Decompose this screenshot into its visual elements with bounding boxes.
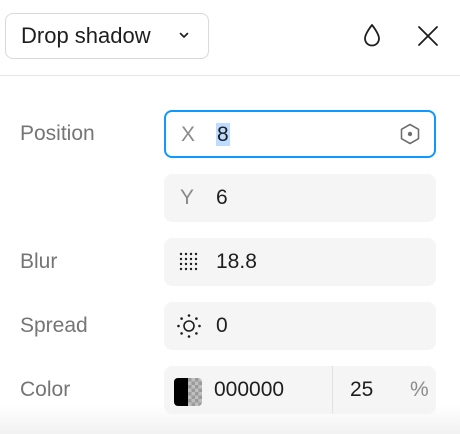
color-hex-value[interactable]: 000000	[214, 377, 284, 403]
y-value[interactable]: 6	[216, 185, 228, 211]
variable-hexagon-icon[interactable]	[398, 122, 422, 146]
spread-icon[interactable]	[176, 313, 202, 339]
blur-value[interactable]: 18.8	[216, 249, 257, 275]
effect-type-label: Drop shadow	[21, 23, 151, 48]
spread-field[interactable]: 0	[164, 302, 436, 350]
spread-value[interactable]: 0	[216, 313, 228, 339]
effect-type-dropdown[interactable]: Drop shadow	[5, 13, 209, 59]
position-x-field[interactable]: X 8	[164, 110, 436, 158]
color-swatch[interactable]	[174, 378, 202, 406]
spread-label: Spread	[20, 314, 88, 337]
blur-label: Blur	[20, 250, 58, 273]
close-icon[interactable]	[412, 20, 444, 52]
position-label: Position	[20, 122, 95, 145]
blur-field[interactable]: 18.8	[164, 238, 436, 286]
color-field[interactable]: 000000 25 %	[164, 366, 436, 414]
opacity-unit: %	[410, 378, 429, 401]
color-label: Color	[20, 378, 71, 401]
color-field-divider	[332, 366, 333, 414]
opacity-value[interactable]: 25	[350, 377, 373, 403]
effect-header: Drop shadow	[0, 0, 460, 76]
blur-dots-icon[interactable]	[176, 249, 202, 275]
chevron-down-icon	[179, 32, 189, 38]
y-prefix: Y	[180, 186, 195, 209]
x-prefix: X	[181, 123, 196, 146]
position-y-field[interactable]: Y 6	[164, 174, 436, 222]
blend-drop-icon[interactable]	[356, 20, 388, 52]
x-value[interactable]: 8	[216, 123, 230, 146]
